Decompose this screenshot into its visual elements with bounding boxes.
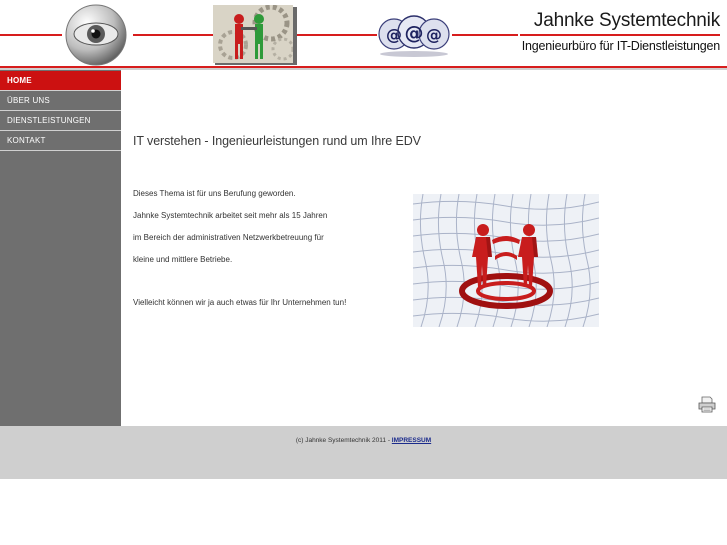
- site-footer: (c) Jahnke Systemtechnik 2011 - IMPRESSU…: [0, 426, 727, 479]
- brand-rule: [520, 34, 720, 36]
- sidebar-item-ueber-uns[interactable]: ÜBER UNS: [0, 91, 121, 111]
- svg-text:@: @: [405, 22, 424, 44]
- footer-text: (c) Jahnke Systemtechnik 2011 - IMPRESSU…: [0, 437, 727, 444]
- email-at-icon: @ @ @: [378, 15, 450, 57]
- header-rule: [0, 34, 62, 36]
- network-people-illustration: [413, 194, 599, 327]
- team-gears-icon: [213, 5, 297, 65]
- main-content: IT verstehen - Ingenieurleistungen rund …: [121, 70, 727, 426]
- call-to-action-text: Vielleicht können wir ja auch etwas für …: [133, 298, 347, 307]
- intro-text: Jahnke Systemtechnik arbeitet seit mehr …: [133, 211, 328, 220]
- header-rule: [297, 34, 377, 36]
- svg-text:@: @: [386, 25, 402, 44]
- intro-text: im Bereich der administrativen Netzwerkb…: [133, 233, 324, 242]
- svg-text:@: @: [426, 25, 442, 44]
- eye-icon: [65, 4, 127, 66]
- site-header: @ @ @ Jahnke Systemtechnik Ingenieurbüro…: [0, 0, 727, 70]
- brand-title: Jahnke Systemtechnik: [533, 10, 720, 31]
- impressum-link[interactable]: IMPRESSUM: [392, 437, 431, 444]
- sidebar-item-kontakt[interactable]: KONTAKT: [0, 131, 121, 151]
- intro-text: Dieses Thema ist für uns Berufung geword…: [133, 189, 296, 198]
- copyright-text: (c) Jahnke Systemtechnik 2011 -: [295, 437, 390, 444]
- sidebar-item-dienstleistungen[interactable]: DIENSTLEISTUNGEN: [0, 111, 121, 131]
- header-rule: [133, 34, 213, 36]
- intro-text: kleine und mittlere Betriebe.: [133, 255, 233, 264]
- header-rule: [452, 34, 518, 36]
- page-title: IT verstehen - Ingenieurleistungen rund …: [133, 134, 421, 148]
- sidebar-item-home[interactable]: HOME: [0, 71, 121, 91]
- sidebar-nav: HOME ÜBER UNS DIENSTLEISTUNGEN KONTAKT: [0, 70, 121, 426]
- brand-subtitle: Ingenieurbüro für IT-Dienstleistungen: [521, 39, 720, 53]
- printer-icon[interactable]: [698, 395, 716, 413]
